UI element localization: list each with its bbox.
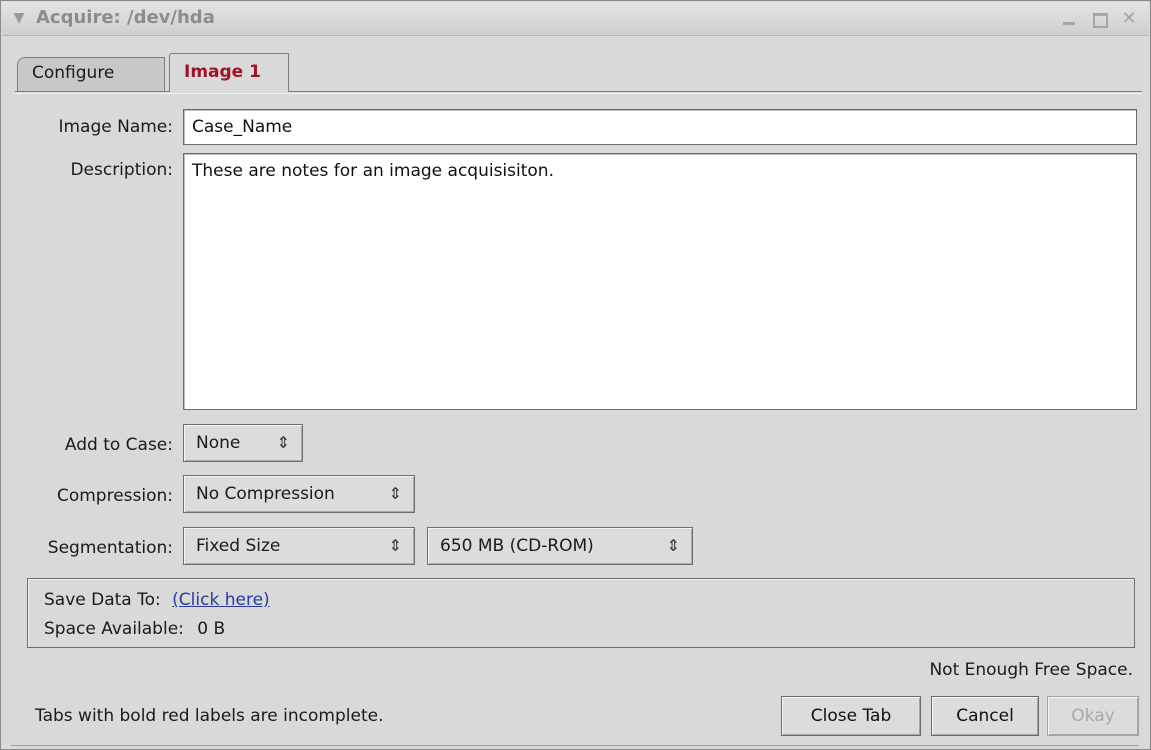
updown-arrows-icon: ⇕ (666, 536, 680, 555)
save-data-row: Save Data To: (Click here) (44, 590, 270, 610)
save-location-link[interactable]: (Click here) (172, 590, 269, 610)
updown-arrows-icon: ⇕ (276, 433, 290, 452)
add-to-case-value: None (196, 433, 241, 453)
cancel-button[interactable]: Cancel (931, 696, 1039, 736)
add-to-case-select[interactable]: None ⇕ (183, 424, 303, 462)
segmentation-select[interactable]: Fixed Size ⇕ (183, 527, 415, 565)
space-available-value: 0 B (197, 619, 226, 639)
compression-label: Compression: (56, 486, 173, 506)
updown-arrows-icon: ⇕ (388, 484, 402, 503)
image-name-input[interactable] (183, 109, 1137, 145)
image-name-label: Image Name: (58, 117, 173, 137)
incomplete-tabs-hint: Tabs with bold red labels are incomplete… (35, 706, 384, 726)
title-bar[interactable]: ▼ Acquire: /dev/hda ✕ (2, 2, 1149, 36)
updown-arrows-icon: ⇕ (388, 536, 402, 555)
window-title: Acquire: /dev/hda (36, 7, 215, 28)
bottom-edge (11, 745, 1139, 749)
save-location-box: Save Data To: (Click here) Space Availab… (27, 578, 1135, 648)
space-available-row: Space Available: 0 B (44, 619, 225, 639)
segment-size-value: 650 MB (CD-ROM) (440, 536, 594, 556)
segmentation-value: Fixed Size (196, 536, 281, 556)
chevron-down-icon[interactable]: ▼ (10, 9, 28, 27)
tab-image-1[interactable]: Image 1 (169, 53, 289, 91)
minimize-icon[interactable] (1060, 10, 1078, 28)
maximize-icon[interactable] (1090, 10, 1108, 28)
acquire-dialog: ▼ Acquire: /dev/hda ✕ Configure Image 1 … (0, 0, 1151, 750)
description-label: Description: (70, 160, 173, 180)
close-icon[interactable]: ✕ (1120, 10, 1138, 28)
save-data-to-label: Save Data To: (44, 590, 161, 610)
segment-size-select[interactable]: 650 MB (CD-ROM) ⇕ (427, 527, 693, 565)
compression-value: No Compression (196, 484, 335, 504)
segmentation-label: Segmentation: (47, 538, 173, 558)
active-tab-gap (170, 90, 288, 93)
okay-button[interactable]: Okay (1047, 696, 1139, 736)
free-space-warning: Not Enough Free Space. (929, 660, 1133, 680)
compression-select[interactable]: No Compression ⇕ (183, 475, 415, 513)
close-tab-button[interactable]: Close Tab (781, 696, 921, 736)
description-textarea[interactable]: These are notes for an image acquisisito… (183, 153, 1137, 410)
space-available-label: Space Available: (44, 619, 184, 639)
tab-configure[interactable]: Configure (17, 57, 165, 91)
add-to-case-label: Add to Case: (64, 435, 173, 455)
